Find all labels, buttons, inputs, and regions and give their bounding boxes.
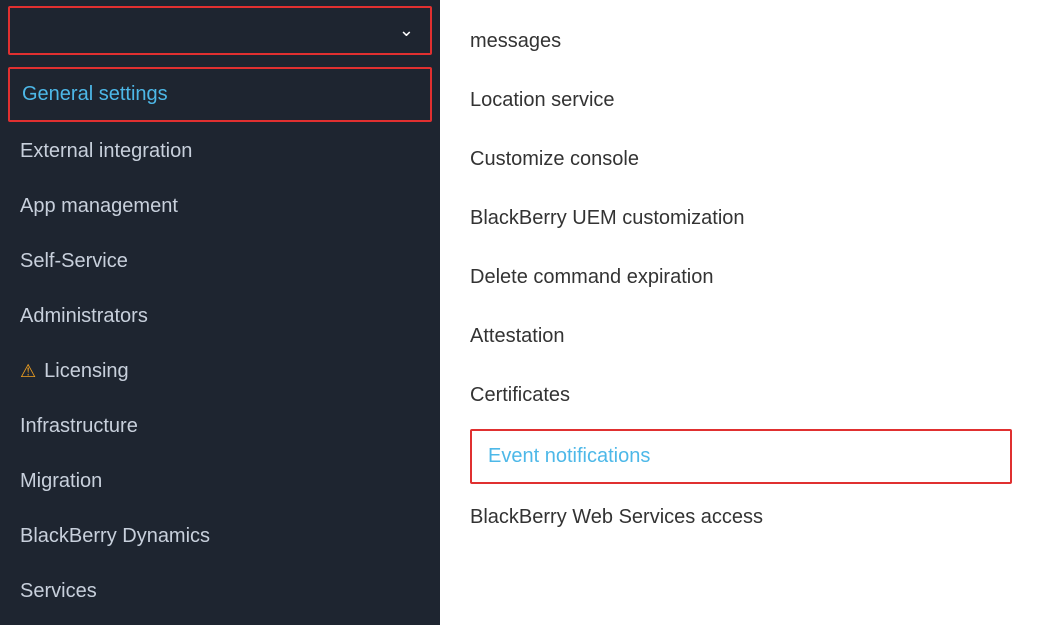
sidebar-item-label-infrastructure: Infrastructure bbox=[20, 415, 138, 438]
sidebar-item-administrators[interactable]: Administrators bbox=[0, 289, 440, 344]
sidebar-item-blackberry-dynamics[interactable]: BlackBerry Dynamics bbox=[0, 509, 440, 564]
sidebar-item-licensing[interactable]: ⚠ Licensing bbox=[0, 344, 440, 399]
sidebar-item-label-licensing: Licensing bbox=[44, 360, 129, 383]
content-item-messages[interactable]: messages bbox=[470, 12, 1012, 71]
sidebar-item-label-self-service: Self-Service bbox=[20, 250, 128, 273]
sidebar-item-app-management[interactable]: App management bbox=[0, 179, 440, 234]
content-item-attestation[interactable]: Attestation bbox=[470, 307, 1012, 366]
sidebar-item-external-integration[interactable]: External integration bbox=[0, 124, 440, 179]
sidebar: ⌄ General settings External integration Ap… bbox=[0, 0, 440, 625]
sidebar-item-general-settings[interactable]: General settings bbox=[8, 67, 432, 122]
sidebar-item-label-blackberry-dynamics: BlackBerry Dynamics bbox=[20, 525, 210, 548]
content-item-label-attestation: Attestation bbox=[470, 325, 565, 347]
settings-header[interactable]: ⌄ bbox=[8, 6, 432, 55]
content-item-label-messages: messages bbox=[470, 30, 561, 52]
sidebar-nav: General settings External integration App … bbox=[0, 59, 440, 625]
sidebar-item-self-service[interactable]: Self-Service bbox=[0, 234, 440, 289]
content-item-label-location-service: Location service bbox=[470, 89, 615, 111]
sidebar-item-label-migration: Migration bbox=[20, 470, 102, 493]
content-item-customize-console[interactable]: Customize console bbox=[470, 130, 1012, 189]
content-item-label-blackberry-web-services: BlackBerry Web Services access bbox=[470, 506, 763, 528]
content-item-blackberry-web-services[interactable]: BlackBerry Web Services access bbox=[470, 488, 1012, 547]
sidebar-item-services[interactable]: Services bbox=[0, 564, 440, 619]
sidebar-item-label-app-management: App management bbox=[20, 195, 178, 218]
content-item-label-certificates: Certificates bbox=[470, 384, 570, 406]
sidebar-item-label-administrators: Administrators bbox=[20, 305, 148, 328]
main-content: messages Location service Customize consol… bbox=[440, 0, 1042, 625]
content-item-delete-command-expiration[interactable]: Delete command expiration bbox=[470, 248, 1012, 307]
content-item-label-blackberry-uem-customization: BlackBerry UEM customization bbox=[470, 207, 745, 229]
sidebar-item-infrastructure[interactable]: Infrastructure bbox=[0, 399, 440, 454]
sidebar-item-label-general-settings: General settings bbox=[22, 83, 168, 106]
content-item-location-service[interactable]: Location service bbox=[470, 71, 1012, 130]
content-item-label-event-notifications: Event notifications bbox=[488, 445, 650, 467]
content-item-label-delete-command-expiration: Delete command expiration bbox=[470, 266, 713, 288]
content-item-event-notifications[interactable]: Event notifications bbox=[470, 429, 1012, 484]
content-item-certificates[interactable]: Certificates bbox=[470, 366, 1012, 425]
sidebar-item-label-services: Services bbox=[20, 580, 97, 603]
sidebar-item-blackberry-enterprise-identity[interactable]: BlackBerry Enterprise Identity bbox=[0, 619, 440, 625]
sidebar-item-label-external-integration: External integration bbox=[20, 140, 192, 163]
warning-icon-licensing: ⚠ bbox=[20, 361, 36, 382]
chevron-down-icon: ⌄ bbox=[399, 20, 414, 41]
content-item-blackberry-uem-customization[interactable]: BlackBerry UEM customization bbox=[470, 189, 1012, 248]
content-item-label-customize-console: Customize console bbox=[470, 148, 639, 170]
sidebar-item-migration[interactable]: Migration bbox=[0, 454, 440, 509]
